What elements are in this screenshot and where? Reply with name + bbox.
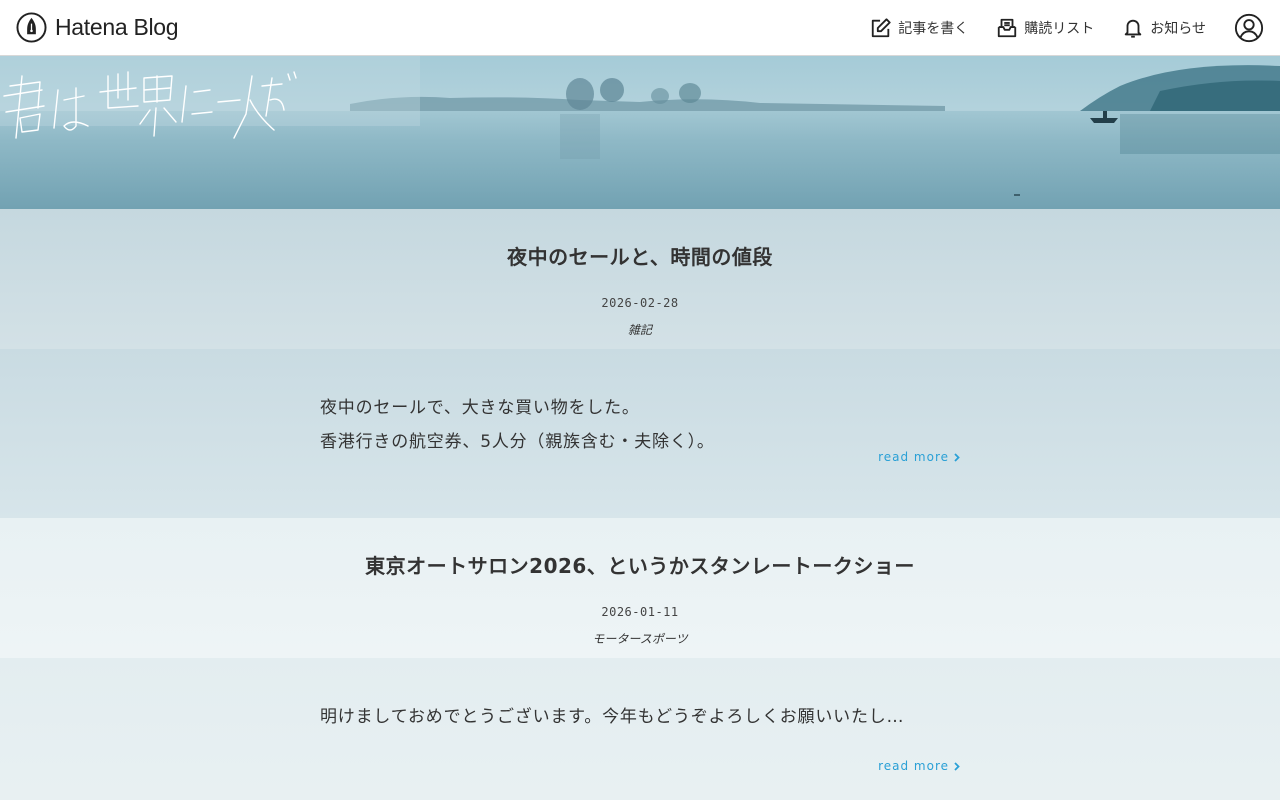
subscription-box-icon (998, 18, 1017, 37)
chevron-right-icon (954, 452, 960, 462)
blog-title-handwriting (3, 71, 297, 139)
read-more-label: read more (878, 759, 949, 773)
user-avatar-icon (1234, 13, 1264, 42)
read-more-label: read more (878, 450, 949, 464)
hatena-blog-logo[interactable]: Hatena Blog (16, 12, 179, 43)
article-header: 夜中のセールと、時間の値段 2026-02-28 雑記 (0, 209, 1280, 349)
article-title[interactable]: 東京オートサロン2026、というかスタンレートークショー (0, 550, 1280, 579)
article-date[interactable]: 2026-02-28 (0, 296, 1280, 310)
excerpt-line: 夜中のセールで、大きな買い物をした。 (320, 398, 640, 418)
edit-icon (872, 17, 891, 37)
read-more-link[interactable]: read more (878, 759, 960, 773)
article-excerpt: 明けましておめでとうございます。今年もどうぞよろしくお願いいたし… (320, 700, 960, 734)
subscriptions-link[interactable]: 購読リスト (996, 17, 1094, 39)
article-header: 東京オートサロン2026、というかスタンレートークショー 2026-01-11 … (0, 518, 1280, 658)
excerpt-line: 明けましておめでとうございます。今年もどうぞよろしくお願いいたし… (320, 707, 905, 727)
read-more-link[interactable]: read more (878, 450, 960, 464)
subscriptions-label: 購読リスト (1024, 20, 1095, 37)
chevron-right-icon (954, 761, 960, 771)
article-body: 明けましておめでとうございます。今年もどうぞよろしくお願いいたし… read m… (0, 658, 1280, 800)
brand-name: Hatena Blog (55, 14, 179, 40)
article-category[interactable]: 雑記 (0, 321, 1280, 338)
write-article-link[interactable]: 記事を書く (870, 17, 968, 39)
bell-icon (1125, 19, 1142, 38)
excerpt-line: 香港行きの航空券、5人分（親族含む・夫除く）。 (320, 432, 715, 449)
global-header: Hatena Blog 記事を書く 購読リスト お知らせ (0, 0, 1280, 56)
blog-header-image[interactable] (0, 56, 1280, 209)
article-body: 夜中のセールで、大きな買い物をした。 香港行きの航空券、5人分（親族含む・夫除く… (0, 349, 1280, 519)
hatena-pen-icon (16, 12, 47, 43)
notifications-label: お知らせ (1150, 20, 1206, 37)
write-article-label: 記事を書く (898, 20, 969, 37)
article-category[interactable]: モータースポーツ (0, 630, 1280, 647)
global-nav: 記事を書く 購読リスト お知らせ (842, 13, 1264, 43)
article-title[interactable]: 夜中のセールと、時間の値段 (0, 241, 1280, 270)
user-menu-button[interactable] (1234, 13, 1264, 43)
article-excerpt: 夜中のセールで、大きな買い物をした。 香港行きの航空券、5人分（親族含む・夫除く… (320, 391, 960, 449)
notifications-link[interactable]: お知らせ (1122, 17, 1206, 39)
article-date[interactable]: 2026-01-11 (0, 605, 1280, 619)
